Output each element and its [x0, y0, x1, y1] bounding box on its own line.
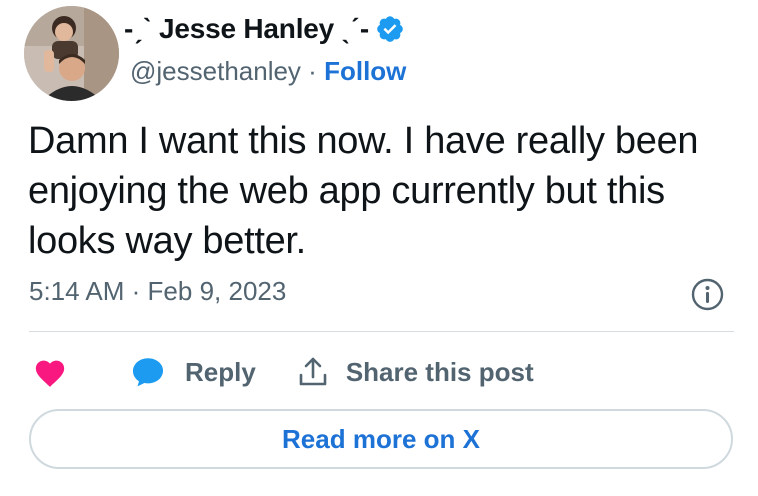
- reply-button[interactable]: Reply: [131, 356, 256, 388]
- timestamp-separator: ·: [131, 276, 141, 306]
- like-button[interactable]: [33, 356, 67, 388]
- share-button[interactable]: Share this post: [296, 355, 534, 389]
- actions-row: Reply Share this post: [33, 352, 534, 392]
- author-handle[interactable]: @jessethanley: [130, 56, 301, 86]
- tweet-date: Feb 9, 2023: [147, 276, 287, 306]
- tweet-timestamp[interactable]: 5:14 AM · Feb 9, 2023: [29, 276, 286, 307]
- avatar[interactable]: [24, 6, 119, 101]
- handle-separator: ·: [308, 56, 317, 86]
- read-more-button[interactable]: Read more on X: [29, 409, 733, 469]
- reply-icon: [132, 358, 164, 387]
- tweet-text: Damn I want this now. I have really been…: [28, 120, 699, 262]
- tweet-card: -ˏˋ Jesse Hanley ˎˊ- @jessethanley · Fol…: [0, 0, 758, 496]
- follow-button[interactable]: Follow: [324, 56, 406, 86]
- avatar-photo: [24, 6, 119, 101]
- tweet-time: 5:14 AM: [29, 276, 125, 306]
- info-icon[interactable]: [691, 278, 724, 311]
- author-name-row[interactable]: -ˏˋ Jesse Hanley ˎˊ-: [124, 12, 405, 46]
- reply-label: Reply: [185, 356, 256, 387]
- heart-icon: [35, 360, 65, 387]
- verified-badge-icon: [375, 14, 405, 44]
- author-display-name[interactable]: -ˏˋ Jesse Hanley ˎˊ-: [124, 13, 369, 45]
- divider: [29, 331, 734, 332]
- handle-row: @jessethanley · Follow: [130, 56, 406, 87]
- share-label: Share this post: [345, 356, 534, 387]
- share-icon: [299, 357, 327, 386]
